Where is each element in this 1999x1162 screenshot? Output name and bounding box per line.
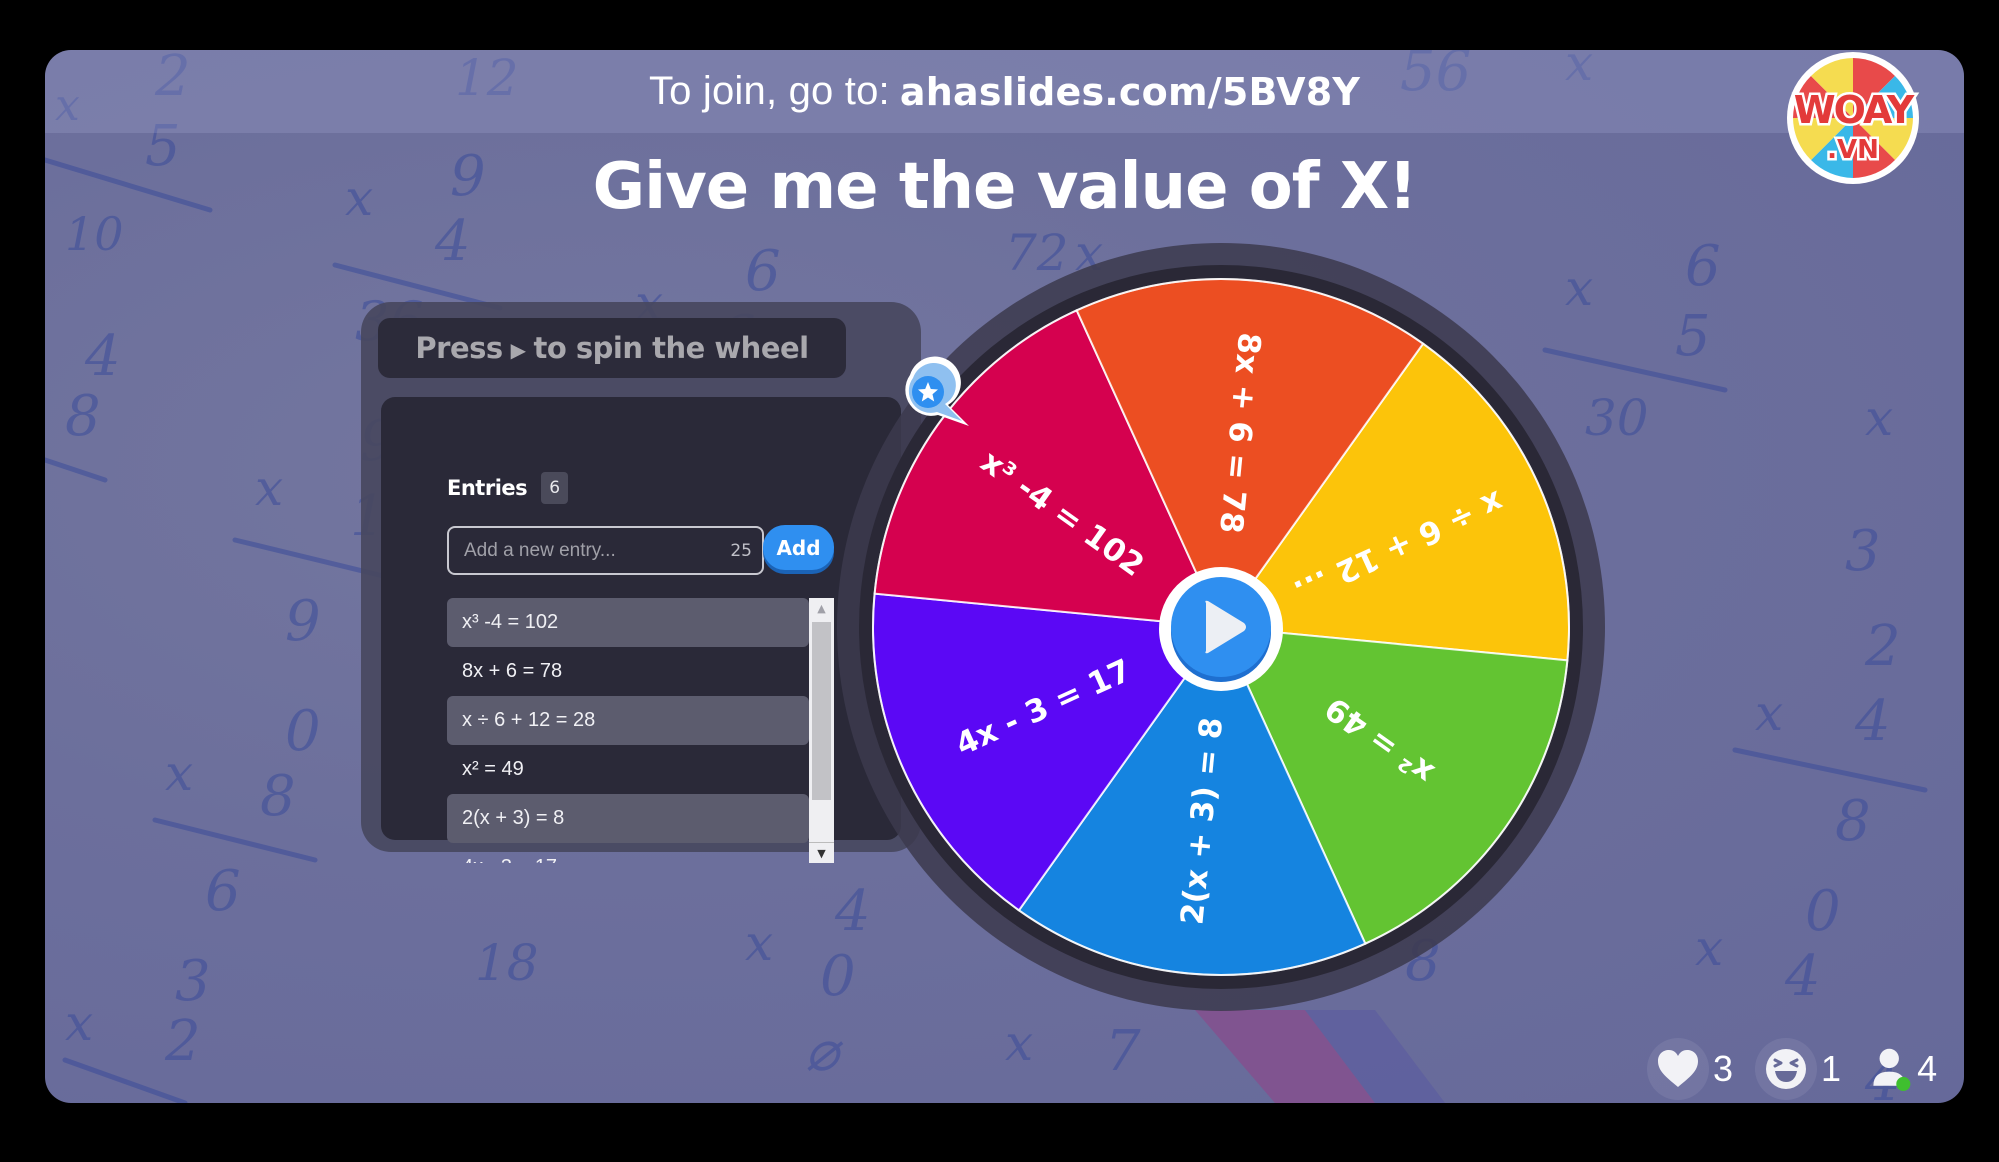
participants-count: 4 bbox=[1917, 1048, 1938, 1089]
heart-icon bbox=[1658, 1050, 1698, 1087]
laugh-reaction[interactable]: 1 bbox=[1755, 1038, 1841, 1100]
user-icon bbox=[1873, 1048, 1911, 1091]
laugh-count: 1 bbox=[1821, 1048, 1842, 1089]
online-status-dot bbox=[1896, 1076, 1911, 1091]
heart-reaction[interactable]: 3 bbox=[1647, 1038, 1733, 1100]
audience-reactions: 3 1 4 bbox=[1647, 1038, 1959, 1100]
participants-indicator: 4 bbox=[1863, 1047, 1937, 1091]
spinner-wheel[interactable]: x ÷ 6 + 12 ...x² = 492(x + 3) = 84x - 3 … bbox=[0, 0, 1999, 1162]
laughing-face-icon bbox=[1766, 1049, 1807, 1089]
spinner-wheel-area: x ÷ 6 + 12 ... x² = 49 2(x + 3) = 8 4x - 3 … bbox=[0, 0, 1999, 1162]
heart-count: 3 bbox=[1713, 1048, 1734, 1089]
spin-button[interactable] bbox=[1159, 567, 1283, 691]
